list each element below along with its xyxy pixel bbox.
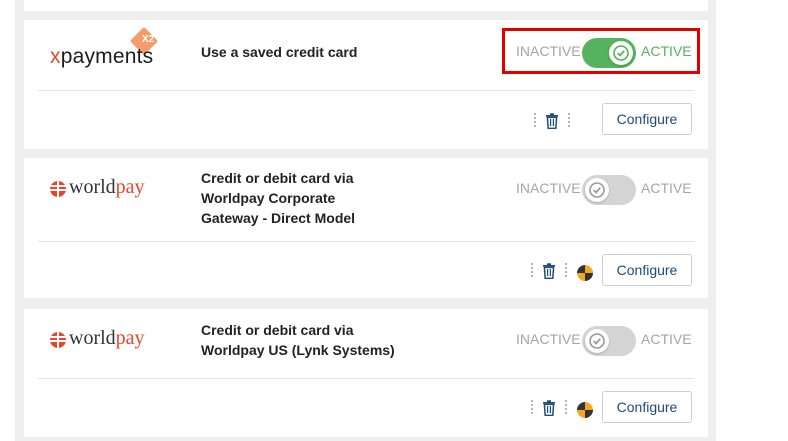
worldpay-logo: worldpay: [50, 175, 190, 205]
active-toggle[interactable]: INACTIVE ACTIVE: [516, 326, 696, 356]
inactive-label: INACTIVE: [516, 331, 581, 347]
trash-icon[interactable]: [542, 400, 556, 416]
active-label: ACTIVE: [641, 331, 692, 347]
drag-handle-icon[interactable]: [565, 263, 568, 281]
payment-method-card-worldpay-corporate: worldpay Credit or debit card via Worldp…: [24, 158, 708, 298]
trash-icon[interactable]: [545, 113, 559, 129]
toggle-switch[interactable]: [582, 175, 636, 205]
highlight-box: [502, 28, 700, 74]
toggle-knob: [585, 329, 609, 353]
drag-handle-icon[interactable]: [531, 263, 534, 281]
xpayments-logo: X2 xpayments: [50, 26, 180, 74]
payment-method-card-previous: [24, 0, 708, 11]
card-divider: [38, 90, 694, 91]
configure-button[interactable]: Configure: [602, 103, 692, 135]
card-divider: [38, 378, 694, 379]
toggle-knob: [585, 178, 609, 202]
active-label: ACTIVE: [641, 180, 692, 196]
trash-icon[interactable]: [542, 263, 556, 279]
drag-handle-icon[interactable]: [531, 400, 534, 418]
drag-handle-icon[interactable]: [534, 113, 537, 131]
drag-handle-icon[interactable]: [565, 400, 568, 418]
worldpay-logo: worldpay: [50, 326, 190, 356]
worldpay-wordmark: worldpay: [69, 327, 145, 349]
worldpay-globe-icon: [50, 332, 66, 348]
test-mode-icon: [577, 402, 593, 418]
test-mode-icon: [577, 265, 593, 281]
payment-method-title: Use a saved credit card: [201, 44, 358, 60]
toggle-switch[interactable]: [582, 326, 636, 356]
configure-button[interactable]: Configure: [602, 254, 692, 286]
payment-method-card-worldpay-us: worldpay Credit or debit card via Worldp…: [24, 309, 708, 437]
payment-method-title: Credit or debit card via Worldpay Corpor…: [201, 170, 356, 226]
worldpay-wordmark: worldpay: [69, 176, 145, 198]
check-icon: [589, 333, 605, 349]
drag-handle-icon[interactable]: [568, 113, 571, 131]
check-icon: [589, 182, 605, 198]
worldpay-globe-icon: [50, 181, 66, 197]
xpayments-wordmark: xpayments: [50, 45, 154, 68]
active-toggle[interactable]: INACTIVE ACTIVE: [516, 175, 696, 205]
payment-method-title: Credit or debit card via Worldpay US (Ly…: [201, 322, 395, 358]
card-divider: [38, 241, 694, 242]
configure-button[interactable]: Configure: [602, 391, 692, 423]
inactive-label: INACTIVE: [516, 180, 581, 196]
